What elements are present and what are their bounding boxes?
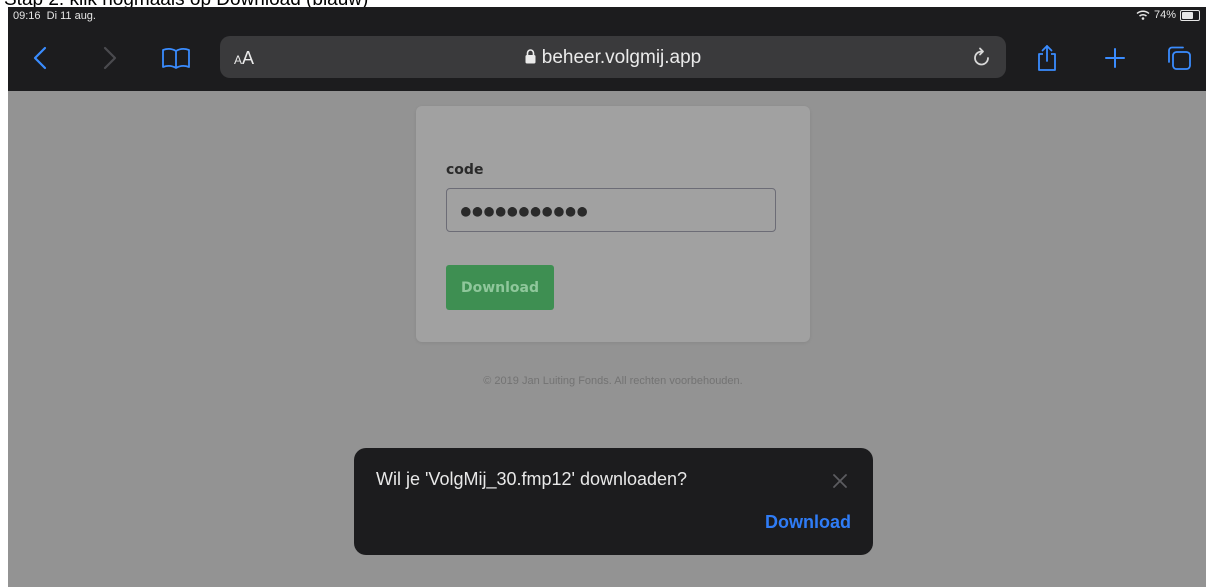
status-date: Di 11 aug.	[46, 10, 96, 22]
ipad-screen: 09:16 Di 11 aug. 74% AA beheer.volgmij.a…	[8, 7, 1206, 587]
new-tab-icon	[1105, 48, 1125, 68]
download-prompt: Wil je 'VolgMij_30.fmp12' downloaden? Do…	[354, 448, 873, 555]
bookmarks-icon	[162, 48, 190, 69]
back-button[interactable]	[26, 36, 54, 80]
lock-icon	[525, 49, 536, 64]
back-icon	[33, 46, 47, 70]
copyright-footer: © 2019 Jan Luiting Fonds. All rechten vo…	[483, 375, 743, 387]
form-download-button[interactable]: Download	[446, 265, 554, 310]
status-time: 09:16	[13, 10, 41, 22]
download-form-card: code ●●●●●●●●●●● Download	[416, 106, 810, 342]
forward-button[interactable]	[96, 36, 124, 80]
address-bar[interactable]: AA beheer.volgmij.app	[220, 36, 1006, 78]
forward-icon	[103, 46, 117, 70]
share-button[interactable]	[1030, 36, 1064, 80]
battery-percentage: 74%	[1153, 9, 1176, 21]
new-tab-button[interactable]	[1098, 36, 1132, 80]
status-bar: 09:16 Di 11 aug. 74%	[8, 7, 1206, 25]
tabs-icon	[1168, 46, 1191, 70]
bookmarks-button[interactable]	[158, 36, 194, 80]
prompt-download-button[interactable]: Download	[765, 512, 851, 533]
url-field[interactable]: beheer.volgmij.app	[220, 47, 1006, 69]
code-input[interactable]: ●●●●●●●●●●●	[446, 188, 776, 232]
browser-toolbar: AA beheer.volgmij.app	[8, 25, 1206, 91]
tabs-button[interactable]	[1162, 36, 1196, 80]
reload-icon[interactable]	[972, 46, 992, 68]
download-prompt-message: Wil je 'VolgMij_30.fmp12' downloaden?	[376, 469, 688, 489]
code-input-value: ●●●●●●●●●●●	[461, 201, 589, 220]
wifi-icon	[1136, 10, 1150, 20]
url-text: beheer.volgmij.app	[541, 47, 702, 68]
close-icon[interactable]	[829, 470, 851, 492]
share-icon	[1038, 45, 1056, 71]
code-label: code	[446, 162, 484, 178]
battery-icon	[1180, 9, 1200, 21]
battery-fill	[1182, 11, 1194, 19]
